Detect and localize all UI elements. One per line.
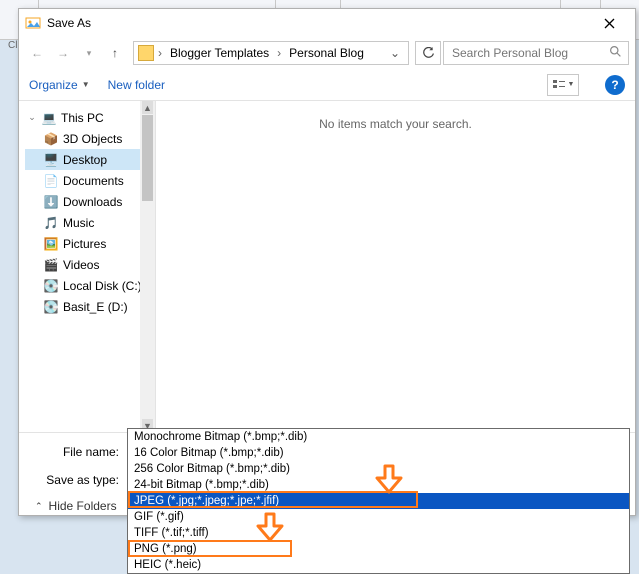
tree-node[interactable]: 🖥️ Desktop: [25, 149, 155, 170]
node-label: Pictures: [63, 237, 106, 251]
savetype-dropdown-list: Monochrome Bitmap (*.bmp;*.dib)16 Color …: [127, 428, 630, 574]
organize-button[interactable]: Organize▼: [29, 78, 90, 92]
node-label: Basit_E (D:): [63, 300, 128, 314]
search-input[interactable]: [450, 45, 609, 61]
tree-scrollbar[interactable]: ▲ ▼: [140, 101, 155, 432]
node-label: Desktop: [63, 153, 107, 167]
file-list-area: No items match your search.: [156, 101, 635, 432]
chevron-down-icon: ▼: [82, 80, 90, 89]
node-icon: 📦: [43, 131, 59, 147]
node-label: This PC: [61, 111, 104, 125]
nav-up-button[interactable]: ↑: [103, 41, 127, 65]
savetype-label: Save as type:: [31, 473, 127, 487]
chevron-right-icon: ›: [277, 46, 281, 60]
view-options-button[interactable]: ▼: [547, 74, 579, 96]
scroll-thumb[interactable]: [142, 115, 153, 201]
empty-message: No items match your search.: [319, 117, 472, 432]
search-icon: [609, 45, 622, 61]
node-icon: 📄: [43, 173, 59, 189]
filetype-option[interactable]: JPEG (*.jpg;*.jpeg;*.jpe;*.jfif): [128, 493, 629, 509]
tree-node[interactable]: ⬇️ Downloads: [25, 191, 155, 212]
close-button[interactable]: [589, 11, 629, 35]
node-label: Downloads: [63, 195, 122, 209]
tree-node[interactable]: 📄 Documents: [25, 170, 155, 191]
tree-node[interactable]: 💽 Basit_E (D:): [25, 296, 155, 317]
filetype-option[interactable]: HEIC (*.heic): [128, 557, 629, 573]
tree-node[interactable]: 🎵 Music: [25, 212, 155, 233]
address-dropdown-icon[interactable]: ⌄: [386, 46, 404, 60]
node-icon: 🎵: [43, 215, 59, 231]
expand-icon[interactable]: ⌄: [27, 112, 37, 123]
new-folder-button[interactable]: New folder: [108, 78, 165, 92]
nav-recent-button[interactable]: ▾: [77, 41, 101, 65]
filename-label: File name:: [31, 445, 127, 459]
folder-tree: ⌄ 💻 This PC📦 3D Objects 🖥️ Desktop 📄 Documents ⬇…: [19, 101, 156, 432]
filetype-option[interactable]: TIFF (*.tif;*.tiff): [128, 525, 629, 541]
filetype-option[interactable]: PNG (*.png): [128, 541, 629, 557]
tree-node[interactable]: 🎬 Videos: [25, 254, 155, 275]
node-icon: 🖥️: [43, 152, 59, 168]
node-label: Documents: [63, 174, 124, 188]
help-button[interactable]: ?: [605, 75, 625, 95]
nav-back-button[interactable]: ←: [25, 41, 49, 65]
chevron-up-icon: ⌃: [35, 501, 43, 512]
filetype-option[interactable]: 256 Color Bitmap (*.bmp;*.dib): [128, 461, 629, 477]
nav-forward-button[interactable]: →: [51, 41, 75, 65]
filetype-option[interactable]: 16 Color Bitmap (*.bmp;*.dib): [128, 445, 629, 461]
folder-icon: [138, 45, 154, 61]
filetype-option[interactable]: 24-bit Bitmap (*.bmp;*.dib): [128, 477, 629, 493]
node-icon: 🖼️: [43, 236, 59, 252]
app-icon: [25, 15, 41, 31]
node-label: 3D Objects: [63, 132, 122, 146]
breadcrumb[interactable]: Blogger Templates: [166, 42, 273, 64]
tree-node[interactable]: ⌄ 💻 This PC: [25, 107, 155, 128]
chevron-right-icon: ›: [158, 46, 162, 60]
node-icon: ⬇️: [43, 194, 59, 210]
node-icon: 💽: [43, 299, 59, 315]
node-icon: 🎬: [43, 257, 59, 273]
node-icon: 💽: [43, 278, 59, 294]
filetype-option[interactable]: GIF (*.gif): [128, 509, 629, 525]
node-label: Music: [63, 216, 94, 230]
node-label: Local Disk (C:): [63, 279, 142, 293]
breadcrumb[interactable]: Personal Blog: [285, 42, 368, 64]
refresh-button[interactable]: [415, 41, 441, 65]
search-box[interactable]: [443, 41, 629, 65]
dialog-title: Save As: [47, 16, 589, 30]
scroll-up-icon[interactable]: ▲: [142, 101, 153, 114]
tree-node[interactable]: 💽 Local Disk (C:): [25, 275, 155, 296]
address-bar[interactable]: › Blogger Templates › Personal Blog ⌄: [133, 41, 409, 65]
node-label: Videos: [63, 258, 99, 272]
node-icon: 💻: [41, 110, 57, 126]
tree-node[interactable]: 🖼️ Pictures: [25, 233, 155, 254]
filetype-option[interactable]: Monochrome Bitmap (*.bmp;*.dib): [128, 429, 629, 445]
tree-node[interactable]: 📦 3D Objects: [25, 128, 155, 149]
